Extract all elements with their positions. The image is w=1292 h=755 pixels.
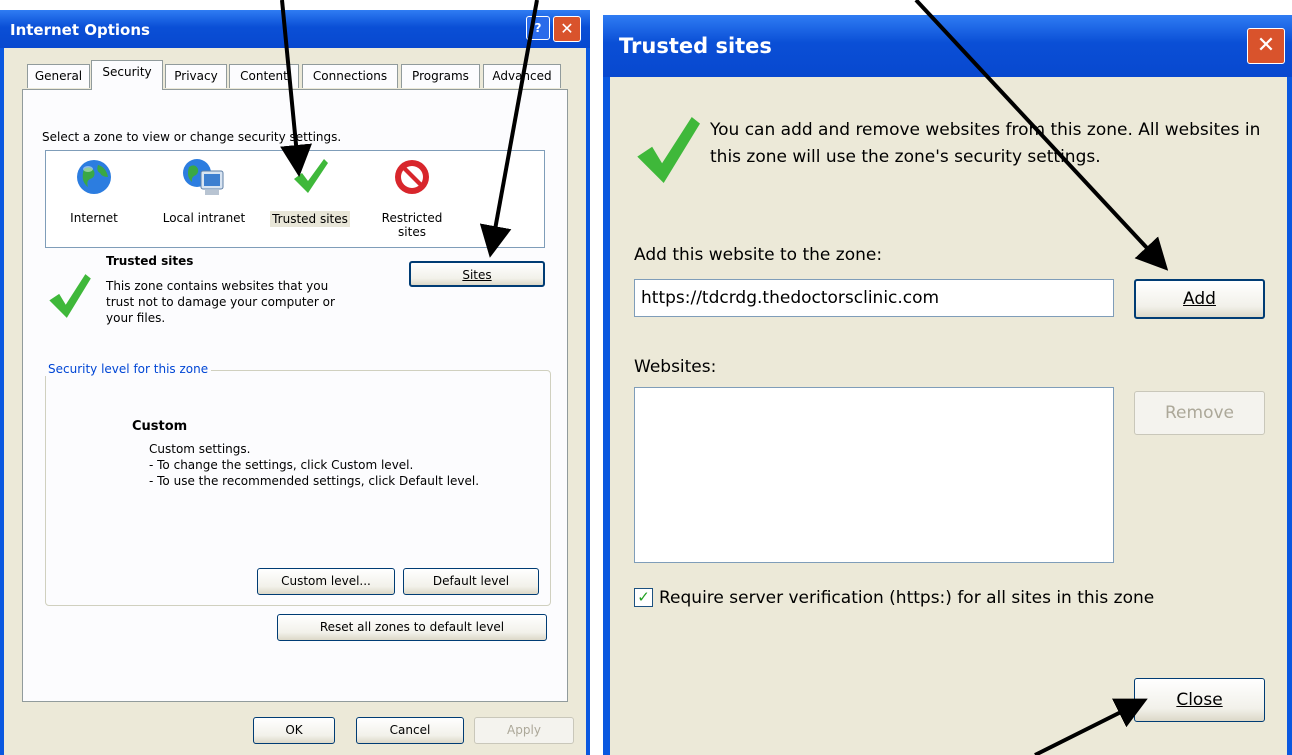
add-button[interactable]: Add xyxy=(1134,279,1265,319)
level-description: Custom settings. - To change the setting… xyxy=(149,442,480,488)
window-title: Internet Options xyxy=(10,21,150,39)
add-website-label: Add this website to the zone: xyxy=(634,245,883,265)
zone-prompt: Select a zone to view or change security… xyxy=(42,130,342,144)
remove-button: Remove xyxy=(1134,391,1265,435)
zone-title: Trusted sites xyxy=(106,254,194,268)
trusted-sites-checkmark-icon xyxy=(637,117,700,183)
zone-label-local-intranet: Local intranet xyxy=(162,211,246,225)
zone-label-restricted-sites: Restricted sites xyxy=(381,211,443,239)
ok-button[interactable]: OK xyxy=(253,717,335,744)
close-icon: ✕ xyxy=(1256,33,1276,58)
custom-level-button[interactable]: Custom level... xyxy=(257,568,395,595)
tab-privacy[interactable]: Privacy xyxy=(165,64,227,88)
checkmark-icon xyxy=(294,159,328,193)
website-url-input[interactable] xyxy=(634,279,1114,317)
zone-internet[interactable]: Internet xyxy=(64,157,124,225)
close-icon: ✕ xyxy=(560,19,574,38)
zone-list: Internet Local intranet Trusted sites Re… xyxy=(45,150,545,248)
help-button[interactable]: ? xyxy=(526,16,550,40)
security-tab-panel: Select a zone to view or change security… xyxy=(22,89,568,702)
require-https-checkbox[interactable]: ✓ xyxy=(634,588,653,607)
zone-label-internet: Internet xyxy=(70,211,118,225)
trusted-sites-title: Trusted sites xyxy=(619,34,772,58)
info-text: You can add and remove websites from thi… xyxy=(710,120,1261,167)
zone-description: This zone contains websites that you tru… xyxy=(106,279,335,325)
zone-local-intranet[interactable]: Local intranet xyxy=(154,157,254,225)
cancel-button[interactable]: Cancel xyxy=(356,717,464,744)
close-button[interactable]: ✕ xyxy=(553,16,581,42)
zone-trusted-sites[interactable]: Trusted sites xyxy=(262,157,358,227)
trusted-sites-titlebar[interactable]: Trusted sites ✕ xyxy=(603,15,1292,77)
tab-general[interactable]: General xyxy=(27,64,90,88)
no-entry-icon xyxy=(395,160,429,194)
websites-list[interactable] xyxy=(634,387,1114,563)
reset-all-zones-button[interactable]: Reset all zones to default level xyxy=(277,614,547,641)
tab-content[interactable]: Content xyxy=(229,64,299,88)
checkmark-icon: ✓ xyxy=(637,588,650,606)
require-https-label: Require server verification (https:) for… xyxy=(659,588,1155,608)
tab-security[interactable]: Security xyxy=(91,60,163,90)
trusted-sites-checkmark-icon xyxy=(49,274,91,318)
computer-icon xyxy=(183,159,224,195)
trusted-sites-close-button[interactable]: ✕ xyxy=(1247,28,1285,64)
websites-label: Websites: xyxy=(634,357,717,377)
level-name: Custom xyxy=(132,419,188,434)
sites-button[interactable]: Sites xyxy=(409,261,545,287)
globe-icon xyxy=(77,160,111,194)
internet-options-titlebar[interactable]: Internet Options ? ✕ xyxy=(0,10,590,48)
security-level-group: Security level for this zone Custom Cust… xyxy=(45,362,551,606)
zone-restricted-sites[interactable]: Restricted sites xyxy=(372,157,452,239)
tab-advanced[interactable]: Advanced xyxy=(483,64,561,88)
tab-programs[interactable]: Programs xyxy=(401,64,480,88)
zone-label-trusted-sites: Trusted sites xyxy=(270,211,350,227)
default-level-button[interactable]: Default level xyxy=(403,568,539,595)
security-level-group-label: Security level for this zone xyxy=(45,362,212,376)
trusted-sites-close-dialog-button[interactable]: Close xyxy=(1134,678,1265,722)
trusted-sites-body: You can add and remove websites from thi… xyxy=(610,77,1287,755)
tab-connections[interactable]: Connections xyxy=(302,64,398,88)
apply-button: Apply xyxy=(474,717,574,744)
